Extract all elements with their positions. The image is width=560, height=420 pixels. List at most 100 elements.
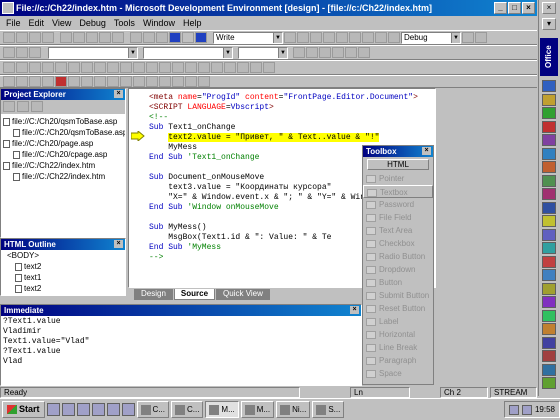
save-all-icon[interactable]	[42, 32, 54, 43]
quicklaunch-icon[interactable]	[76, 403, 90, 416]
debug-icon-q[interactable]	[211, 62, 223, 73]
office-app-icon[interactable]	[542, 93, 556, 106]
tree-item[interactable]: file://C:/Ch20/cpage.asp	[1, 149, 125, 160]
config-combo[interactable]: Debug ▼	[401, 31, 461, 44]
quicklaunch-icon[interactable]	[91, 403, 105, 416]
debug-icon-c[interactable]	[29, 62, 41, 73]
format-icon-b[interactable]	[16, 47, 28, 58]
debug-icon-p[interactable]	[198, 62, 210, 73]
quicklaunch-icon[interactable]	[106, 403, 120, 416]
style-combo[interactable]: ▼	[48, 46, 138, 59]
close-icon[interactable]: ×	[114, 90, 123, 98]
toolbox-item[interactable]: Button	[363, 276, 433, 289]
align-center-icon[interactable]	[345, 47, 357, 58]
toolbox-header[interactable]: Toolbox ×	[363, 146, 433, 157]
play-icon[interactable]	[169, 32, 181, 43]
debug-icon-a[interactable]	[3, 62, 15, 73]
office-app-icon[interactable]	[542, 350, 556, 362]
tab-source[interactable]: Source	[173, 289, 216, 300]
outline-item[interactable]: text1	[1, 272, 125, 283]
start-button[interactable]: Start	[2, 401, 45, 418]
redo-icon[interactable]	[112, 32, 124, 43]
taskbar-button[interactable]: Ni...	[276, 401, 311, 418]
office-app-icon[interactable]	[542, 120, 556, 133]
toolbar-icon-h[interactable]	[375, 32, 387, 43]
format-icon-a[interactable]	[3, 47, 15, 58]
tree-item[interactable]: file://C:/Ch20/page.asp	[1, 138, 125, 149]
format-icon-c[interactable]	[29, 47, 41, 58]
app-icon[interactable]	[2, 2, 14, 14]
properties-icon[interactable]	[156, 32, 168, 43]
office-app-icon[interactable]	[542, 188, 556, 200]
office-app-icon[interactable]	[542, 215, 556, 227]
clock[interactable]: 19:58	[535, 402, 555, 417]
bold-icon[interactable]	[293, 47, 305, 58]
office-app-icon[interactable]	[542, 228, 556, 241]
close-icon[interactable]: ×	[350, 306, 359, 314]
debug-icon-h[interactable]	[94, 62, 106, 73]
close-icon[interactable]: ×	[114, 240, 123, 248]
outline-item[interactable]: text2	[1, 261, 125, 272]
office-app-icon[interactable]	[542, 147, 556, 160]
html-icon-m[interactable]	[172, 76, 184, 87]
taskbar-button[interactable]: C...	[136, 401, 169, 418]
toolbar-icon-k[interactable]	[475, 32, 487, 43]
debug-icon-t[interactable]	[250, 62, 262, 73]
debug-icon-r[interactable]	[224, 62, 236, 73]
html-icon-j[interactable]	[133, 76, 145, 87]
immediate-window[interactable]: Immediate × ?Text1.value Vladimir Text1.…	[0, 304, 362, 386]
html-icon-d[interactable]	[42, 76, 54, 87]
html-icon-a[interactable]	[3, 76, 15, 87]
toolbox-item[interactable]: Pointer	[363, 172, 433, 185]
menu-tools[interactable]: Tools	[110, 16, 139, 30]
debug-icon-i[interactable]	[107, 62, 119, 73]
office-app-icon[interactable]	[542, 161, 556, 173]
outline-item[interactable]: text2	[1, 283, 125, 294]
debug-icon-d[interactable]	[42, 62, 54, 73]
html-icon-n[interactable]	[185, 76, 197, 87]
tree-item[interactable]: file://C:/Ch20/qsmToBase.asp	[1, 127, 125, 138]
stop-icon[interactable]	[195, 32, 207, 43]
office-app-icon[interactable]	[542, 296, 556, 308]
html-icon-k[interactable]	[146, 76, 158, 87]
office-app-icon[interactable]	[542, 377, 556, 389]
toolbox-item[interactable]: Textbox	[363, 185, 433, 198]
underline-icon[interactable]	[319, 47, 331, 58]
debug-icon-u[interactable]	[263, 62, 275, 73]
tray-icon[interactable]	[508, 404, 519, 415]
toolbox-item[interactable]: Radio Button	[363, 250, 433, 263]
debug-icon-f[interactable]	[68, 62, 80, 73]
pause-icon[interactable]	[182, 32, 194, 43]
debug-icon-k[interactable]	[133, 62, 145, 73]
toolbar-icon-c[interactable]	[310, 32, 322, 43]
menu-view[interactable]: View	[48, 16, 75, 30]
paste-icon[interactable]	[86, 32, 98, 43]
taskbar-button[interactable]: M...	[240, 401, 275, 418]
tree-item[interactable]: file://C:/Ch22/index.htm	[1, 160, 125, 171]
outline-item[interactable]: <BODY>	[1, 250, 125, 261]
new-file-icon[interactable]	[3, 32, 15, 43]
debug-icon-g[interactable]	[81, 62, 93, 73]
breakpoint-icon[interactable]	[55, 76, 67, 87]
debug-icon-b[interactable]	[16, 62, 28, 73]
find-icon[interactable]	[130, 32, 142, 43]
taskbar-button-active[interactable]: M...	[205, 401, 239, 418]
office-app-icon[interactable]	[542, 269, 556, 281]
html-icon-h[interactable]	[107, 76, 119, 87]
menu-help[interactable]: Help	[179, 16, 206, 30]
toolbar-icon-a[interactable]	[284, 32, 296, 43]
office-label[interactable]: Office	[540, 38, 558, 76]
align-right-icon[interactable]	[358, 47, 370, 58]
taskbar-button[interactable]: S...	[312, 401, 345, 418]
undo-icon[interactable]	[99, 32, 111, 43]
cut-icon[interactable]	[60, 32, 72, 43]
toolbar-icon-e[interactable]	[336, 32, 348, 43]
tab-design[interactable]: Design	[134, 289, 173, 300]
html-icon-i[interactable]	[120, 76, 132, 87]
toolbox-icon[interactable]	[143, 32, 155, 43]
office-app-icon[interactable]	[542, 80, 556, 92]
view-object-icon[interactable]	[17, 101, 29, 112]
debug-icon-s[interactable]	[237, 62, 249, 73]
toolbar-icon-j[interactable]	[462, 32, 474, 43]
toolbar-icon-b[interactable]	[297, 32, 309, 43]
